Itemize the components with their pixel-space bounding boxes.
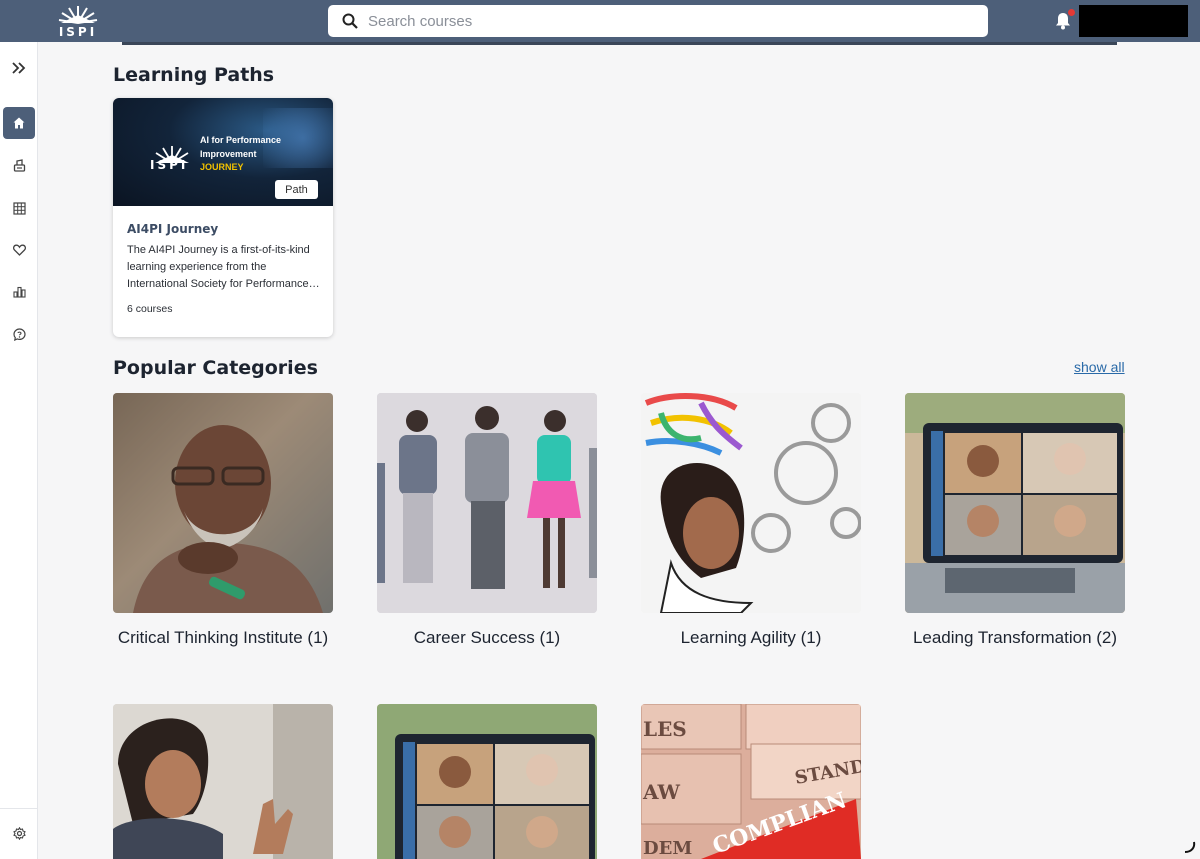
category-card[interactable]: Critical Thinking Institute (1) bbox=[113, 393, 333, 648]
learning-path-card[interactable]: ISPI AI for Performance Improvement JOUR… bbox=[113, 98, 333, 337]
video-call-laptop-illustration bbox=[905, 393, 1125, 613]
sidebar-item-reports[interactable] bbox=[3, 276, 35, 308]
loading-spinner-icon bbox=[1184, 841, 1196, 853]
sidebar-item-settings[interactable] bbox=[3, 817, 35, 849]
category-card[interactable]: Learning Agility (1) bbox=[641, 393, 861, 648]
woman-gesturing-illustration bbox=[113, 704, 333, 859]
path-image-line-2: Improvement bbox=[200, 149, 257, 159]
search-bar[interactable] bbox=[328, 5, 988, 37]
path-course-count: 6 courses bbox=[127, 303, 173, 315]
path-description: The AI4PI Journey is a first-of-its-kind… bbox=[127, 244, 320, 290]
category-card[interactable] bbox=[377, 704, 597, 859]
category-card[interactable]: Leading Transformation (2) bbox=[905, 393, 1125, 648]
learning-paths-heading: Learning Paths bbox=[113, 64, 275, 86]
notification-dot bbox=[1068, 9, 1075, 16]
block-word-dem: DEM bbox=[643, 838, 692, 859]
compliance-blocks-illustration: LES AW STAND COMPLIAN DEM bbox=[641, 704, 861, 859]
category-card[interactable]: LES AW STAND COMPLIAN DEM bbox=[641, 704, 861, 859]
category-image bbox=[641, 393, 861, 613]
search-icon bbox=[342, 13, 358, 29]
gear-icon bbox=[12, 826, 26, 840]
category-image bbox=[377, 393, 597, 613]
block-word-les: LES bbox=[643, 717, 687, 741]
grid-icon bbox=[12, 201, 26, 215]
block-word-aw: AW bbox=[642, 780, 681, 804]
bar-chart-icon bbox=[12, 286, 26, 298]
user-menu[interactable] bbox=[1079, 5, 1188, 37]
category-image bbox=[113, 393, 333, 613]
book-stack-icon bbox=[13, 158, 25, 172]
category-card[interactable]: Career Success (1) bbox=[377, 393, 597, 648]
help-icon bbox=[12, 327, 26, 341]
category-image bbox=[113, 704, 333, 859]
path-logo-text: ISPI bbox=[150, 158, 189, 172]
path-badge: Path bbox=[275, 180, 318, 199]
path-title[interactable]: AI4PI Journey bbox=[127, 222, 218, 236]
category-image bbox=[905, 393, 1125, 613]
sidebar-item-help[interactable] bbox=[3, 318, 35, 350]
category-card[interactable] bbox=[113, 704, 333, 859]
sidebar-divider bbox=[0, 808, 38, 809]
heart-icon bbox=[12, 244, 26, 256]
path-image-line-3: JOURNEY bbox=[200, 162, 244, 172]
sidebar-item-grid[interactable] bbox=[3, 192, 35, 224]
category-image bbox=[377, 704, 597, 859]
home-icon bbox=[13, 117, 25, 129]
logo-text: ISPI bbox=[58, 25, 98, 39]
category-name[interactable]: Critical Thinking Institute (1) bbox=[113, 627, 333, 648]
path-card-image: ISPI AI for Performance Improvement JOUR… bbox=[113, 98, 333, 206]
sidebar-item-catalog[interactable] bbox=[3, 149, 35, 181]
brain-gears-illustration bbox=[641, 393, 861, 613]
category-name[interactable]: Learning Agility (1) bbox=[641, 627, 861, 648]
sidebar-item-favorites[interactable] bbox=[3, 234, 35, 266]
double-chevron-right-icon bbox=[12, 62, 26, 74]
video-call-laptop-illustration bbox=[377, 704, 597, 859]
category-name[interactable]: Career Success (1) bbox=[377, 627, 597, 648]
sidebar bbox=[0, 42, 38, 859]
sidebar-expand-button[interactable] bbox=[3, 52, 35, 84]
category-image: LES AW STAND COMPLIAN DEM bbox=[641, 704, 861, 859]
ispi-logo[interactable]: ISPI bbox=[56, 3, 100, 41]
top-bar: ISPI bbox=[0, 0, 1200, 42]
category-name[interactable]: Leading Transformation (2) bbox=[905, 627, 1125, 648]
thinking-man-illustration bbox=[113, 393, 333, 613]
popular-categories-heading: Popular Categories bbox=[113, 357, 318, 379]
search-input[interactable] bbox=[368, 12, 968, 30]
sidebar-item-home[interactable] bbox=[3, 107, 35, 139]
hero-banner-edge bbox=[122, 42, 1117, 45]
show-all-link[interactable]: show all bbox=[1074, 359, 1125, 375]
path-image-line-1: AI for Performance bbox=[200, 135, 282, 145]
people-standing-illustration bbox=[377, 393, 597, 613]
